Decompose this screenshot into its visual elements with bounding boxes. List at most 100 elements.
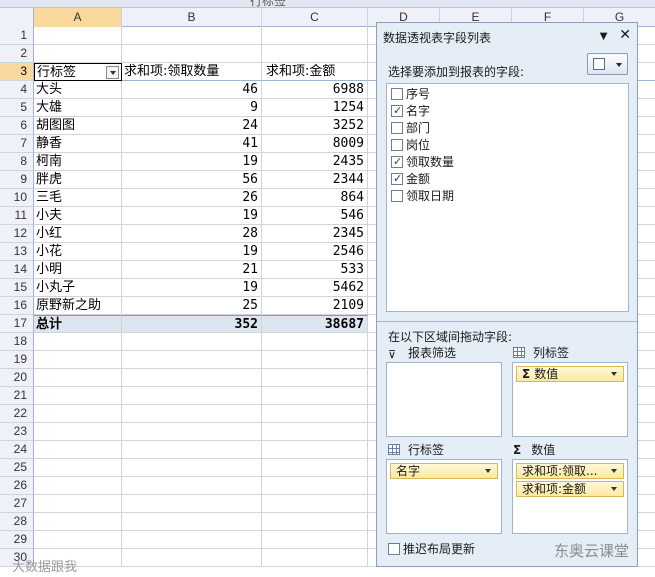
cell[interactable]: [122, 27, 262, 45]
row-header[interactable]: 6: [0, 117, 34, 135]
row-header[interactable]: 23: [0, 423, 34, 441]
report-filter-area[interactable]: [386, 362, 502, 437]
pivot-amount-value[interactable]: 8009: [262, 135, 368, 153]
pivot-qty-value[interactable]: 46: [122, 81, 262, 99]
pane-divider[interactable]: [377, 321, 637, 322]
field-item[interactable]: 领取数量: [391, 154, 454, 171]
pivot-qty-value[interactable]: 56: [122, 171, 262, 189]
field-item[interactable]: 领取日期: [391, 188, 454, 205]
row-header[interactable]: 26: [0, 477, 34, 495]
cell[interactable]: [122, 459, 262, 477]
field-item[interactable]: 岗位: [391, 137, 430, 154]
pivot-row-label[interactable]: 小红: [34, 225, 122, 243]
pivot-row-label[interactable]: 大雄: [34, 99, 122, 117]
row-header[interactable]: 22: [0, 405, 34, 423]
field-checkbox[interactable]: [391, 139, 403, 151]
pivot-amount-value[interactable]: 2435: [262, 153, 368, 171]
field-item[interactable]: 部门: [391, 120, 430, 137]
cell[interactable]: [34, 27, 122, 45]
column-header-a[interactable]: A: [34, 8, 122, 27]
row-header[interactable]: 15: [0, 279, 34, 297]
select-all-corner[interactable]: [0, 8, 34, 27]
row-header[interactable]: 10: [0, 189, 34, 207]
cell[interactable]: [34, 423, 122, 441]
pivot-qty-value[interactable]: 25: [122, 297, 262, 315]
cell[interactable]: [122, 45, 262, 63]
row-labels-header[interactable]: 行标签: [34, 63, 122, 81]
cell[interactable]: [262, 405, 368, 423]
pivot-amount-value[interactable]: 533: [262, 261, 368, 279]
pivot-amount-value[interactable]: 1254: [262, 99, 368, 117]
row-header[interactable]: 3: [0, 63, 34, 81]
row-header[interactable]: 29: [0, 531, 34, 549]
cell[interactable]: [122, 513, 262, 531]
cell[interactable]: [122, 351, 262, 369]
defer-checkbox[interactable]: [388, 543, 400, 555]
cell[interactable]: [262, 351, 368, 369]
cell[interactable]: [262, 459, 368, 477]
cell[interactable]: [262, 495, 368, 513]
value-chip-qty[interactable]: 求和项:领取...: [516, 463, 624, 479]
pivot-row-label[interactable]: 静香: [34, 135, 122, 153]
cell[interactable]: [34, 333, 122, 351]
column-header-c[interactable]: C: [262, 8, 368, 27]
pivot-amount-value[interactable]: 2344: [262, 171, 368, 189]
pivot-amount-value[interactable]: 6988: [262, 81, 368, 99]
pivot-row-label[interactable]: 胖虎: [34, 171, 122, 189]
row-header[interactable]: 21: [0, 387, 34, 405]
row-header[interactable]: 28: [0, 513, 34, 531]
cell[interactable]: [122, 405, 262, 423]
row-labels-filter-dropdown[interactable]: [106, 66, 119, 79]
row-header[interactable]: 27: [0, 495, 34, 513]
cell[interactable]: [34, 405, 122, 423]
pivot-row-label[interactable]: 大头: [34, 81, 122, 99]
cell[interactable]: [34, 387, 122, 405]
field-checkbox[interactable]: [391, 154, 403, 170]
pivot-amount-value[interactable]: 5462: [262, 279, 368, 297]
defer-layout-update[interactable]: 推迟布局更新: [388, 540, 475, 557]
field-checkbox[interactable]: [391, 88, 403, 100]
row-header[interactable]: 1: [0, 27, 34, 45]
pivot-amount-value[interactable]: 3252: [262, 117, 368, 135]
pivot-qty-value[interactable]: 19: [122, 207, 262, 225]
column-chip-values[interactable]: Σ 数值: [516, 366, 624, 382]
cell[interactable]: [122, 549, 262, 567]
pivot-qty-value[interactable]: 19: [122, 243, 262, 261]
row-header[interactable]: 25: [0, 459, 34, 477]
column-labels-area[interactable]: Σ 数值: [512, 362, 628, 437]
cell[interactable]: [262, 513, 368, 531]
cell[interactable]: [122, 423, 262, 441]
close-icon[interactable]: ✕: [619, 27, 631, 43]
value-chip-amount[interactable]: 求和项:金额: [516, 481, 624, 497]
pivot-amount-value[interactable]: 2345: [262, 225, 368, 243]
cell[interactable]: [262, 369, 368, 387]
cell[interactable]: [34, 513, 122, 531]
layout-options-button[interactable]: [587, 53, 628, 75]
row-header[interactable]: 8: [0, 153, 34, 171]
pivot-amount-value[interactable]: 864: [262, 189, 368, 207]
pivot-row-label[interactable]: 小夫: [34, 207, 122, 225]
row-header[interactable]: 9: [0, 171, 34, 189]
grand-total-amount[interactable]: 38687: [262, 315, 368, 333]
cell[interactable]: [262, 531, 368, 549]
pivot-amount-value[interactable]: 546: [262, 207, 368, 225]
pane-options-icon[interactable]: ▼: [600, 31, 608, 42]
row-header[interactable]: 17: [0, 315, 34, 333]
cell[interactable]: [122, 495, 262, 513]
row-header[interactable]: 12: [0, 225, 34, 243]
cell[interactable]: [122, 531, 262, 549]
row-chip-name[interactable]: 名字: [390, 463, 498, 479]
row-header[interactable]: 14: [0, 261, 34, 279]
row-header[interactable]: 4: [0, 81, 34, 99]
cell[interactable]: [262, 27, 368, 45]
pivot-qty-value[interactable]: 19: [122, 279, 262, 297]
cell[interactable]: [262, 333, 368, 351]
pivot-qty-value[interactable]: 28: [122, 225, 262, 243]
column-header-b[interactable]: B: [122, 8, 262, 27]
pivot-qty-value[interactable]: 19: [122, 153, 262, 171]
cell[interactable]: [34, 531, 122, 549]
pivot-row-label[interactable]: 三毛: [34, 189, 122, 207]
sum-qty-header[interactable]: 求和项:领取数量: [122, 63, 262, 81]
cell[interactable]: [34, 45, 122, 63]
field-item[interactable]: 金额: [391, 171, 430, 188]
